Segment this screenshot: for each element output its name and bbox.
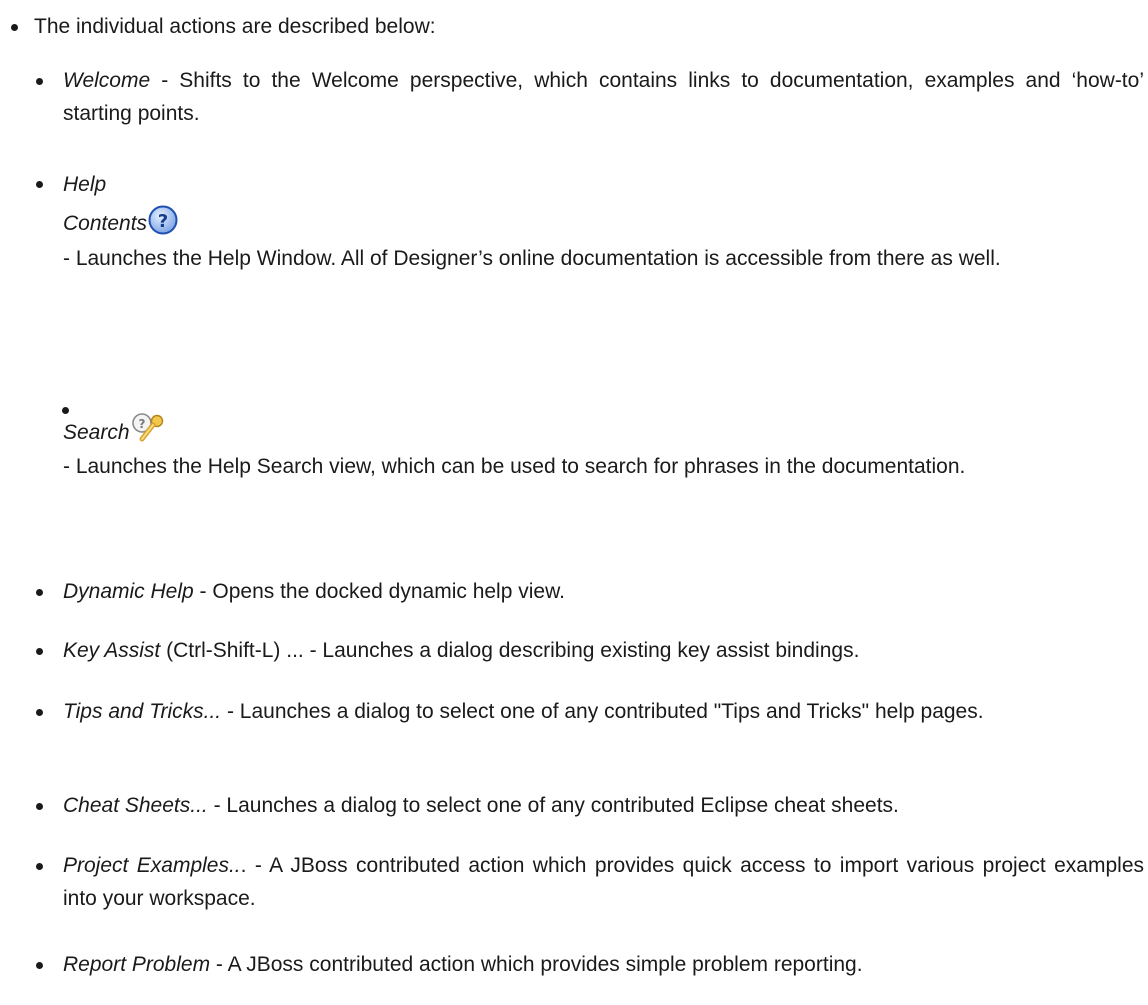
list-item-key-assist: Key Assist (Ctrl-Shift-L) ... - Launches… bbox=[36, 634, 1144, 667]
help-search-icon: ? bbox=[130, 412, 166, 444]
list-item-report-problem: Report Problem - A JBoss contributed act… bbox=[36, 948, 1144, 981]
bullet bbox=[36, 962, 43, 969]
item-description: - Launches a dialog to select one of any… bbox=[221, 700, 984, 723]
item-description: (Ctrl-Shift-L) ... - Launches a dialog d… bbox=[160, 639, 860, 662]
item-term: Dynamic Help bbox=[63, 580, 194, 603]
item-term: Cheat Sheets... bbox=[63, 794, 208, 817]
item-term-line1: Help bbox=[63, 173, 107, 196]
item-term: Key Assist bbox=[63, 639, 161, 662]
bullet bbox=[36, 181, 43, 188]
item-term: Search bbox=[63, 421, 130, 444]
bullet bbox=[36, 709, 43, 716]
intro-text: The individual actions are described bel… bbox=[34, 15, 436, 38]
item-description: - Launches a dialog to select one of any… bbox=[207, 794, 899, 817]
item-description: - Shifts to the Welcome perspective, whi… bbox=[63, 69, 1144, 125]
list-item-tips-and-tricks: Tips and Tricks... - Launches a dialog t… bbox=[36, 695, 1144, 728]
help-contents-icon: ? bbox=[147, 204, 179, 236]
item-description: - Opens the docked dynamic help view. bbox=[193, 580, 565, 603]
bullet bbox=[36, 803, 43, 810]
list-item-search: Search ? - Launches the Help Search view… bbox=[62, 396, 1144, 483]
svg-text:?: ? bbox=[158, 211, 168, 232]
item-term: Report Problem bbox=[63, 953, 211, 976]
bullet bbox=[11, 24, 18, 31]
list-item-help-contents: Help Contents ? - Launches the Help Wind… bbox=[36, 168, 1144, 275]
item-term-line2: Contents bbox=[63, 212, 148, 235]
item-description: - Launches the Help Search view, which c… bbox=[63, 455, 966, 478]
svg-text:?: ? bbox=[138, 417, 145, 431]
bullet bbox=[36, 78, 43, 85]
item-term: Project Examples.. bbox=[63, 854, 241, 877]
list-item-cheat-sheets: Cheat Sheets... - Launches a dialog to s… bbox=[36, 789, 1144, 822]
bullet bbox=[62, 407, 69, 414]
item-term: Welcome bbox=[63, 69, 151, 92]
item-description: - A JBoss contributed action which provi… bbox=[210, 953, 863, 976]
list-item-welcome: Welcome - Shifts to the Welcome perspect… bbox=[36, 64, 1144, 130]
item-description: - Launches the Help Window. All of Desig… bbox=[63, 247, 1001, 270]
bullet bbox=[36, 863, 43, 870]
bullet bbox=[36, 589, 43, 596]
list-item-dynamic-help: Dynamic Help - Opens the docked dynamic … bbox=[36, 575, 1144, 608]
item-term: Tips and Tricks... bbox=[63, 700, 222, 723]
bullet bbox=[36, 648, 43, 655]
list-item-project-examples: Project Examples... - A JBoss contribute… bbox=[36, 849, 1144, 915]
